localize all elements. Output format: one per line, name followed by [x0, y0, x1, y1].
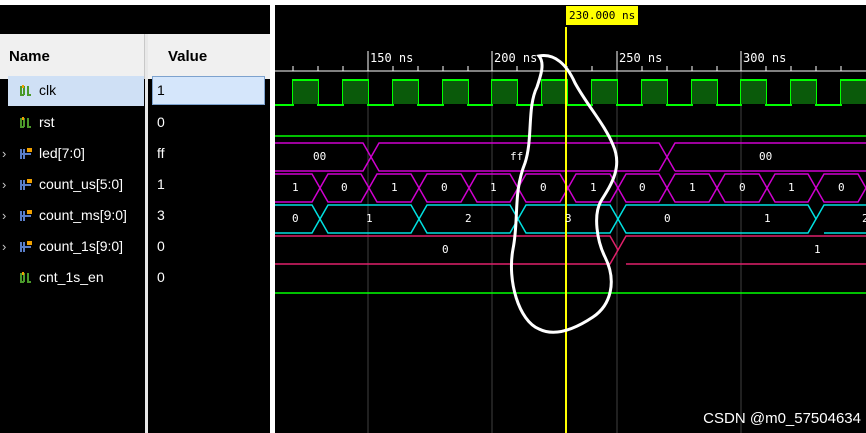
signal-row-clk[interactable]: clk 1 [0, 75, 270, 106]
value-column-header[interactable]: Value [148, 34, 270, 79]
tick-label: 250 ns [619, 51, 663, 65]
count-us-value: 1 [490, 181, 497, 194]
signal-value: ff [157, 145, 165, 161]
signal-value: 1 [157, 176, 165, 192]
tick-label: 200 ns [494, 51, 538, 65]
toolbar-strip [0, 5, 270, 34]
count-us-value: 0 [540, 181, 547, 194]
count-us-value: 1 [590, 181, 597, 194]
count-us-waveform [275, 173, 866, 203]
count-us-value: 0 [341, 181, 348, 194]
signal-row-count-us[interactable]: › count_us[5:0] 1 [0, 169, 270, 199]
led-waveform [275, 142, 866, 172]
count-us-value: 1 [788, 181, 795, 194]
count-us-value: 0 [441, 181, 448, 194]
bit-signal-icon [20, 116, 33, 129]
signal-value: 0 [157, 238, 165, 254]
count-us-value: 0 [639, 181, 646, 194]
count-ms-value: 2 [465, 212, 472, 225]
signal-name: count_1s[9:0] [39, 238, 124, 254]
waveform-viewer: Name Value clk 1 rst 0 › led[7:0] ff › c… [0, 0, 866, 433]
count-ms-value: 2 [862, 212, 866, 225]
chevron-right-icon[interactable]: › [2, 200, 6, 230]
signal-name: count_us[5:0] [39, 176, 124, 192]
bit-signal-icon [20, 84, 33, 97]
count-us-value: 0 [838, 181, 845, 194]
bus-signal-icon [20, 147, 33, 160]
count-ms-value: 0 [292, 212, 299, 225]
signal-row-count-1s[interactable]: › count_1s[9:0] 0 [0, 231, 270, 261]
cursor-time-label[interactable]: 230.000 ns [566, 6, 639, 25]
signal-name: led[7:0] [39, 145, 85, 161]
signal-value: 0 [157, 114, 165, 130]
waveform-panel[interactable]: 230.000 ns 150 ns 200 ns 250 ns 300 ns 0… [275, 5, 866, 433]
led-value: 00 [313, 150, 327, 163]
bus-signal-icon [20, 209, 33, 222]
name-column-header[interactable]: Name [0, 34, 145, 79]
count-ms-value: 1 [764, 212, 771, 225]
bus-signal-icon [20, 240, 33, 253]
count-us-value: 1 [391, 181, 398, 194]
led-value: ff [510, 150, 524, 163]
count-1s-value: 0 [442, 243, 449, 256]
chevron-right-icon[interactable]: › [2, 169, 6, 199]
signal-row-rst[interactable]: rst 0 [0, 107, 270, 137]
clk-waveform [275, 79, 866, 106]
tick-label: 150 ns [370, 51, 414, 65]
signal-name: clk [39, 82, 57, 98]
count-ms-value: 3 [565, 212, 572, 225]
signal-row-cnt-1s-en[interactable]: cnt_1s_en 0 [0, 262, 270, 292]
chevron-right-icon[interactable]: › [2, 231, 6, 261]
signal-name: rst [39, 114, 55, 130]
count-1s-waveform [275, 235, 866, 265]
signal-list-panel: Name Value clk 1 rst 0 › led[7:0] ff › c… [0, 5, 270, 433]
bit-signal-icon [20, 271, 33, 284]
signal-name: count_ms[9:0] [39, 207, 127, 223]
bus-signal-icon [20, 178, 33, 191]
signal-name: cnt_1s_en [39, 269, 104, 285]
signal-row-led[interactable]: › led[7:0] ff [0, 138, 270, 168]
count-us-value: 0 [739, 181, 746, 194]
count-1s-value: 1 [814, 243, 821, 256]
tick-label: 300 ns [743, 51, 787, 65]
signal-value: 0 [157, 269, 165, 285]
count-us-value: 1 [689, 181, 696, 194]
watermark: CSDN @m0_57504634 [703, 410, 861, 427]
signal-row-count-ms[interactable]: › count_ms[9:0] 3 [0, 200, 270, 230]
count-ms-value: 1 [366, 212, 373, 225]
signal-value: 3 [157, 207, 165, 223]
chevron-right-icon[interactable]: › [2, 138, 6, 168]
count-ms-value: 0 [664, 212, 671, 225]
signal-value: 1 [157, 82, 165, 98]
led-value: 00 [759, 150, 773, 163]
count-us-value: 1 [292, 181, 299, 194]
